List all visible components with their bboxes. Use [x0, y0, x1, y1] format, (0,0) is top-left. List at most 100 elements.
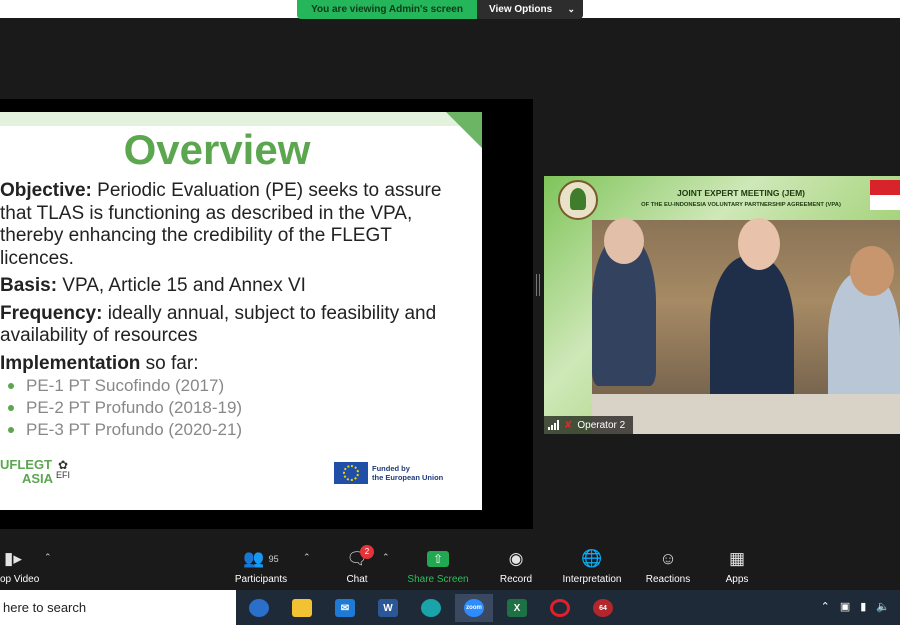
- participant-name: Operator 2: [577, 419, 626, 431]
- chat-options-caret[interactable]: ⌃: [382, 552, 390, 563]
- share-screen-label: Share Screen: [407, 574, 469, 585]
- volume-icon[interactable]: 🔈: [876, 600, 890, 613]
- basis-text: VPA, Article 15 and Annex VI: [57, 275, 306, 296]
- meeting-toolbar: ▮▸ op Video ⌃ 👥 95 Participants ⌃ 🗨 Chat …: [0, 540, 900, 590]
- euflegt-logo: UFLEGT ASIA: [0, 457, 54, 486]
- shared-slide: Overview Objective: Periodic Evaluation …: [0, 112, 482, 510]
- objective-label: Objective:: [0, 180, 92, 201]
- edge-icon: [421, 599, 441, 617]
- participants-options-caret[interactable]: ⌃: [303, 552, 311, 563]
- basis-label: Basis:: [0, 275, 58, 296]
- view-options-label: View Options: [489, 4, 553, 15]
- network-icon[interactable]: ▣: [840, 600, 850, 613]
- bullet-dot-icon: [8, 427, 14, 433]
- video-camera-icon: ▮▸: [4, 549, 22, 568]
- implementation-text: so far:: [140, 352, 199, 374]
- interpretation-label: Interpretation: [562, 574, 622, 585]
- stop-video-button[interactable]: ▮▸ op Video: [0, 548, 44, 585]
- apps-label: Apps: [725, 574, 749, 585]
- taskbar-app-extra[interactable]: 64: [584, 594, 622, 622]
- speaker-video-tile[interactable]: JOINT EXPERT MEETING (JEM) OF THE EU-IND…: [544, 176, 900, 434]
- chevron-down-icon: ⌄: [567, 4, 575, 14]
- reactions-button[interactable]: ☺ Reactions: [640, 548, 696, 585]
- frequency-paragraph: Frequency: ideally annual, subject to fe…: [0, 303, 470, 348]
- taskbar-app-mail[interactable]: ✉: [326, 594, 364, 622]
- battery-icon[interactable]: ▮: [860, 600, 866, 613]
- share-screen-icon: ⇧: [404, 548, 472, 570]
- reactions-label: Reactions: [645, 574, 691, 585]
- signal-bars-icon: [548, 420, 559, 430]
- indonesia-flag-icon: [870, 180, 900, 210]
- basis-paragraph: Basis: VPA, Article 15 and Annex VI: [0, 275, 470, 298]
- record-icon: ◉: [508, 549, 524, 568]
- participant-head: [738, 218, 780, 270]
- implementation-paragraph: Implementation so far:: [0, 353, 470, 376]
- record-label: Record: [499, 574, 533, 585]
- chat-unread-badge: 2: [360, 545, 374, 559]
- meeting-banner-title: JOINT EXPERT MEETING (JEM): [677, 188, 805, 198]
- participants-label: Participants: [234, 574, 288, 585]
- video-options-caret[interactable]: ⌃: [44, 552, 52, 563]
- taskbar-search-box[interactable]: here to search: [0, 590, 236, 625]
- participants-icon: 👥 95: [243, 549, 279, 568]
- ministry-emblem-icon: [558, 180, 598, 220]
- taskbar-app-cortana[interactable]: [240, 594, 278, 622]
- taskbar-app-word[interactable]: W: [369, 594, 407, 622]
- taskbar-app-excel[interactable]: X: [498, 594, 536, 622]
- mail-icon: ✉: [335, 599, 355, 617]
- slide-corner-decoration: [446, 112, 482, 148]
- eu-funding-logo: Funded by the European Union: [334, 462, 443, 484]
- participant-figure: [710, 256, 794, 416]
- list-item: PE-1 PT Sucofindo (2017): [0, 375, 470, 397]
- efi-logo: ✿ EFI: [56, 458, 71, 480]
- bullet-dot-icon: [8, 405, 14, 411]
- participant-nametag: ✘ Operator 2: [544, 416, 634, 434]
- app-badge-icon: 64: [593, 599, 613, 617]
- list-item: PE-2 PT Profundo (2018-19): [0, 397, 470, 419]
- stop-video-label: op Video: [0, 574, 40, 585]
- word-icon: W: [378, 599, 398, 617]
- cortana-icon: [249, 599, 269, 617]
- implementation-label: Implementation: [0, 352, 141, 374]
- frequency-label: Frequency:: [0, 302, 103, 324]
- participant-head: [604, 218, 644, 264]
- participants-button[interactable]: 👥 95 Participants: [228, 548, 294, 585]
- participant-head: [850, 246, 894, 296]
- leaf-icon: ✿: [57, 458, 69, 472]
- windows-taskbar: here to search ✉ W zoom X 64 ⌃ ▣ ▮ 🔈: [0, 590, 900, 625]
- globe-icon: 🌐: [581, 549, 603, 568]
- muted-mic-icon: ✘: [564, 419, 573, 431]
- excel-icon: X: [507, 599, 527, 617]
- share-banner: You are viewing Admin's screen View Opti…: [297, 0, 583, 19]
- chevron-up-icon[interactable]: ⌃: [821, 600, 830, 613]
- objective-paragraph: Objective: Periodic Evaluation (PE) seek…: [0, 180, 470, 270]
- participants-count: 95: [268, 554, 279, 564]
- apps-button[interactable]: ▦ Apps: [718, 548, 756, 585]
- view-splitter-handle[interactable]: [536, 274, 540, 296]
- meeting-banner-subtitle: OF THE EU-INDONESIA VOLUNTARY PARTNERSHI…: [641, 202, 841, 208]
- bullet-dot-icon: [8, 383, 14, 389]
- opera-icon: [550, 599, 570, 617]
- eu-flag-icon: [334, 462, 368, 484]
- smiley-icon: ☺: [659, 549, 677, 568]
- zoom-icon: zoom: [464, 599, 484, 617]
- share-screen-button[interactable]: ⇧ Share Screen: [404, 548, 472, 585]
- taskbar-app-zoom[interactable]: zoom: [455, 594, 493, 622]
- implementation-list: PE-1 PT Sucofindo (2017) PE-2 PT Profund…: [0, 375, 470, 441]
- apps-icon: ▦: [728, 549, 746, 568]
- slide-title: Overview: [123, 126, 311, 173]
- search-placeholder: here to search: [3, 600, 87, 615]
- viewing-status: You are viewing Admin's screen: [297, 0, 477, 19]
- taskbar-app-explorer[interactable]: [283, 594, 321, 622]
- record-button[interactable]: ◉ Record: [496, 548, 536, 585]
- taskbar-app-opera[interactable]: [541, 594, 579, 622]
- conference-desk: [592, 394, 900, 434]
- folder-icon: [292, 599, 312, 617]
- system-tray: ⌃ ▣ ▮ 🔈: [821, 600, 890, 613]
- view-options-button[interactable]: View Options ⌄: [477, 0, 583, 19]
- taskbar-app-edge[interactable]: [412, 594, 450, 622]
- slide-header-band: [0, 112, 482, 126]
- slide-body: Objective: Periodic Evaluation (PE) seek…: [0, 180, 470, 441]
- chat-label: Chat: [346, 574, 368, 585]
- interpretation-button[interactable]: 🌐 Interpretation: [554, 548, 630, 585]
